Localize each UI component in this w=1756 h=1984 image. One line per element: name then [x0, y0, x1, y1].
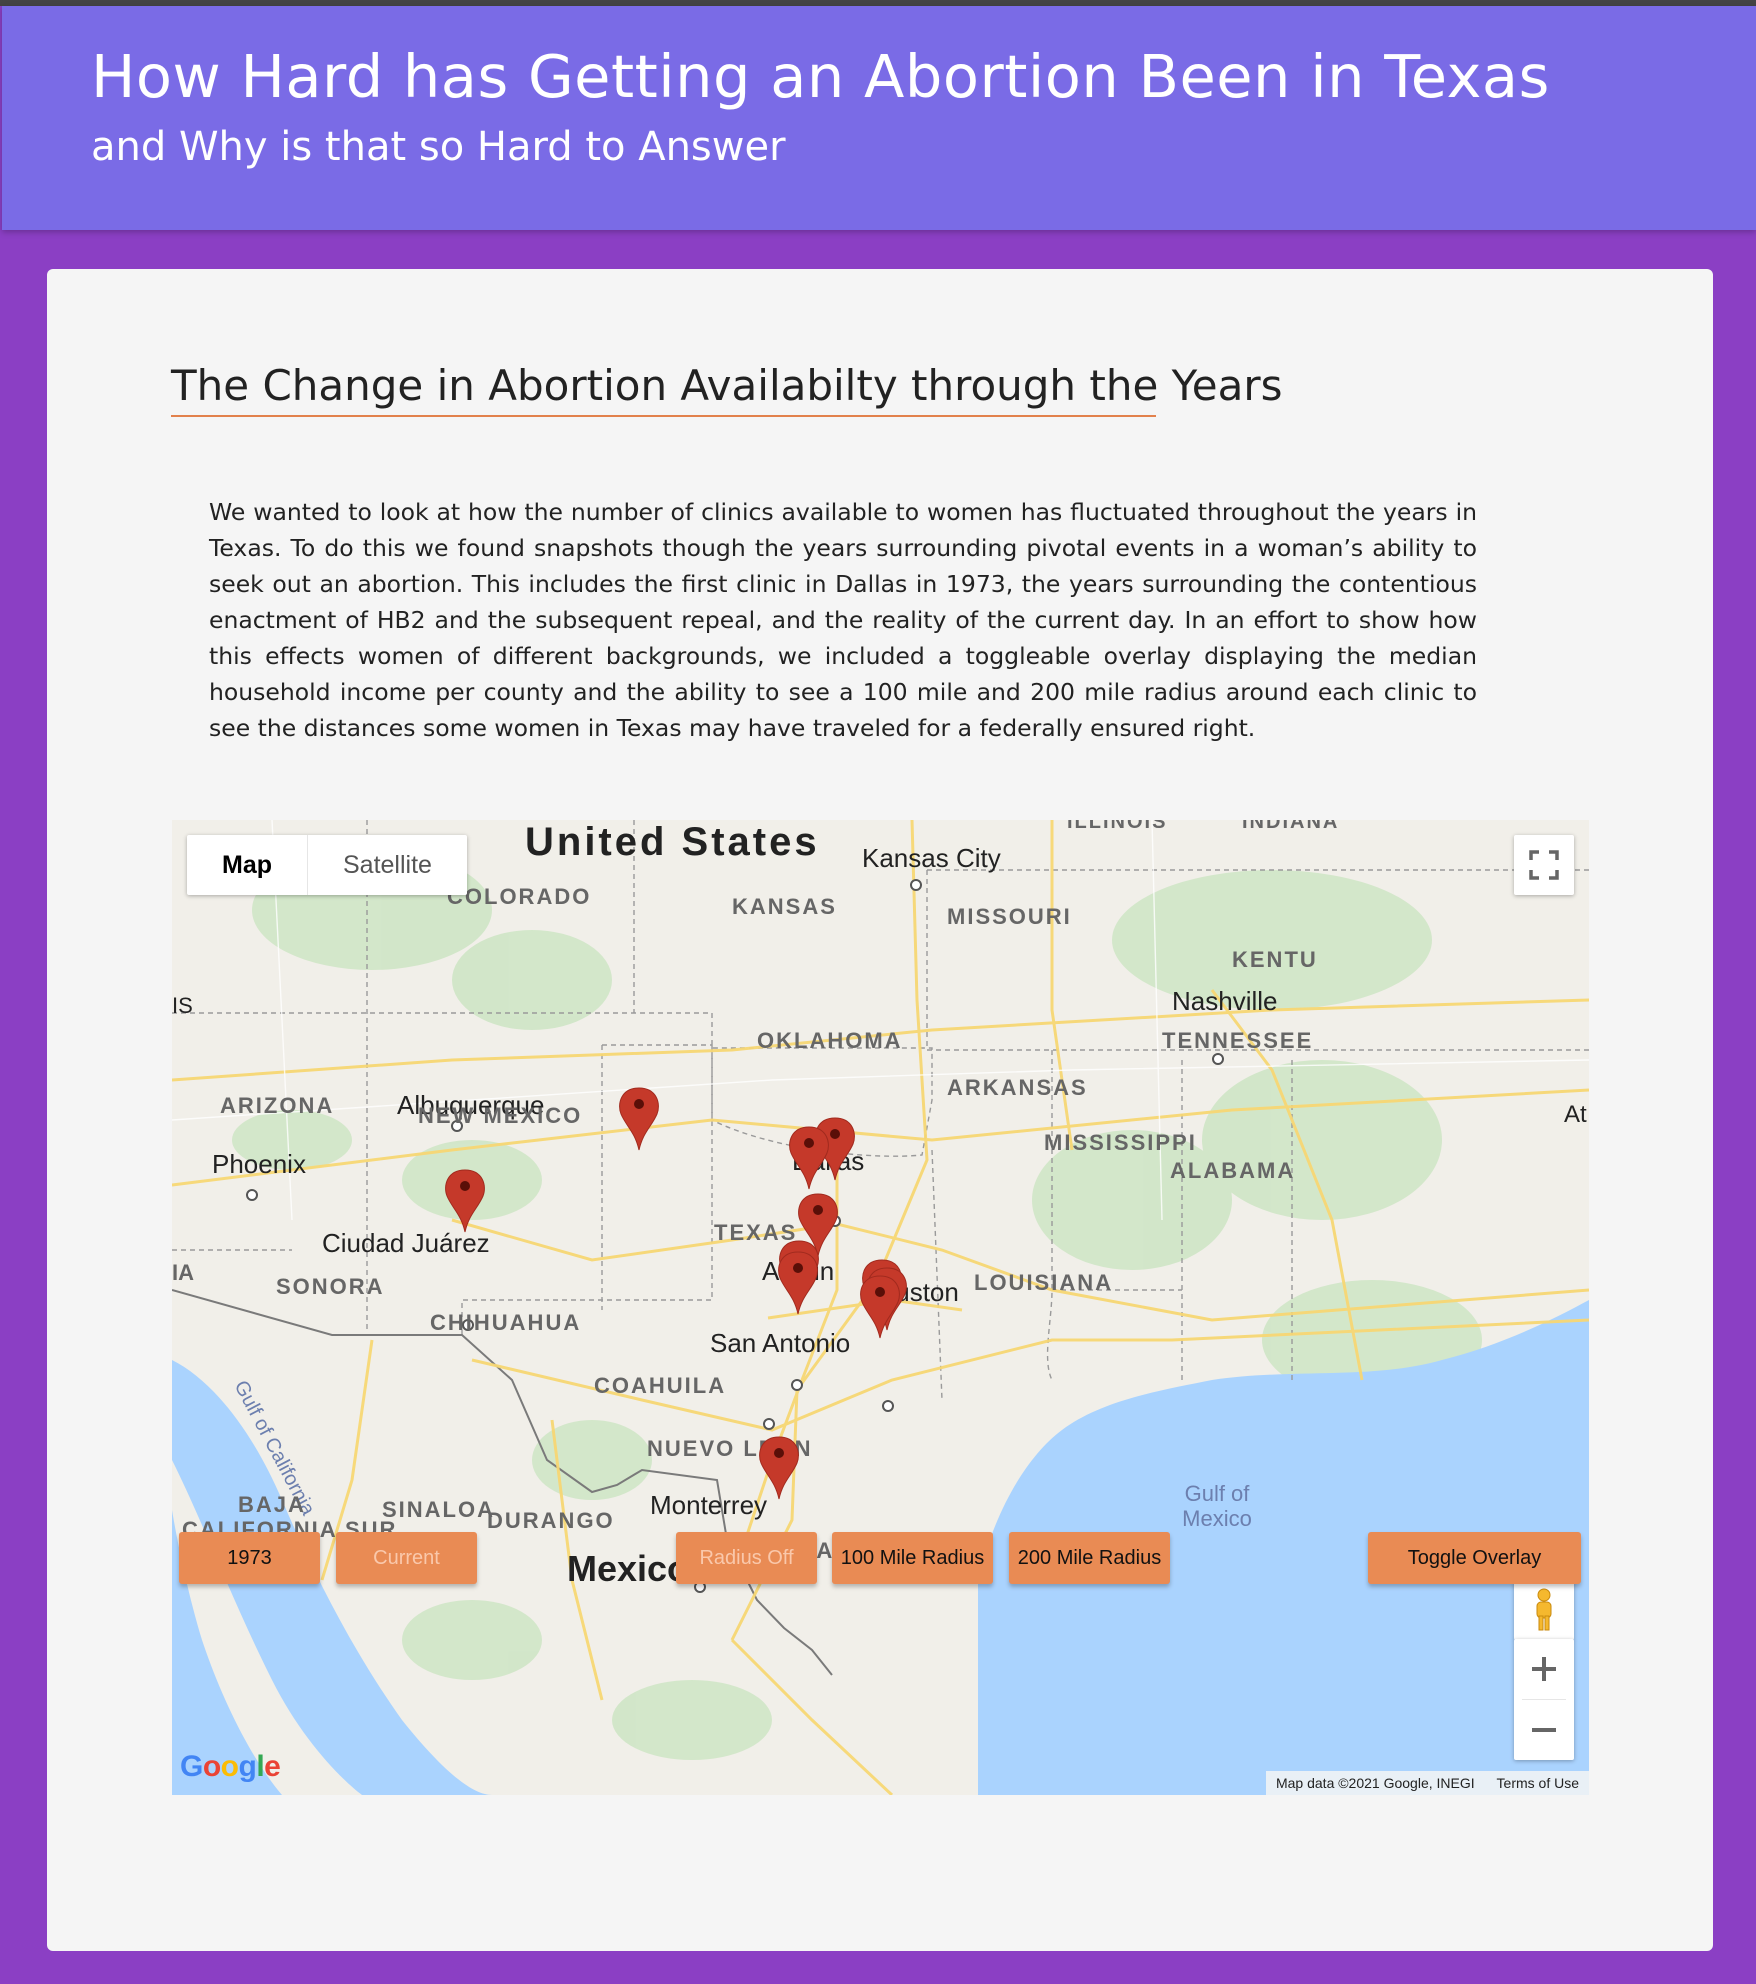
label-united-states: United States — [525, 820, 820, 864]
kansas-city-dot — [910, 879, 922, 891]
page-subtitle: and Why is that so Hard to Answer — [91, 124, 786, 170]
phoenix-dot — [246, 1189, 258, 1201]
fullscreen-icon — [1529, 850, 1559, 880]
label-arkansas: ARKANSAS — [947, 1075, 1088, 1100]
label-baja: BAJA — [238, 1492, 306, 1517]
label-gulf-of-mexico-1: Gulf of — [1185, 1481, 1251, 1506]
label-kentucky: KENTU — [1232, 947, 1318, 972]
fullscreen-button[interactable] — [1514, 835, 1574, 895]
label-sinaloa: SINALOA — [382, 1497, 495, 1522]
label-atlanta: At — [1564, 1101, 1587, 1128]
map-canvas[interactable]: United States Kansas City COLORADO KANSA… — [172, 820, 1589, 1795]
plus-icon — [1532, 1657, 1556, 1681]
section-title: The Change in Abortion Availabilty throu… — [171, 361, 1283, 410]
austin-dot — [791, 1379, 803, 1391]
label-kansas: KANSAS — [732, 894, 837, 919]
page-header: How Hard has Getting an Abortion Been in… — [2, 6, 1756, 230]
google-logo[interactable]: Google — [180, 1750, 281, 1784]
intro-paragraph: We wanted to look at how the number of c… — [209, 498, 1477, 742]
radius-off-button[interactable]: Radius Off — [676, 1532, 817, 1584]
title-underline — [171, 415, 1156, 417]
content-card: The Change in Abortion Availabilty throu… — [47, 269, 1713, 1951]
san-antonio-dot — [763, 1418, 775, 1430]
label-tennessee: TENNESSEE — [1162, 1028, 1313, 1053]
label-kansas-city: Kansas City — [862, 843, 1001, 873]
label-nashville: Nashville — [1172, 986, 1278, 1016]
page-title: How Hard has Getting an Abortion Been in… — [91, 42, 1550, 111]
current-button[interactable]: Current — [336, 1532, 477, 1584]
label-durango: DURANGO — [487, 1508, 615, 1533]
map-data-credit: Map data ©2021 Google, INEGI — [1275, 1775, 1475, 1791]
map-type-map-button[interactable]: Map — [187, 835, 307, 895]
minus-icon — [1532, 1728, 1556, 1732]
map-attribution: Map data ©2021 Google, INEGI Terms of Us… — [1265, 1771, 1589, 1795]
label-colorado: COLORADO — [447, 884, 591, 909]
label-left-is: IS — [172, 993, 193, 1018]
nashville-dot — [1212, 1053, 1224, 1065]
street-view-pegman-button[interactable] — [1514, 1580, 1574, 1640]
zoom-in-button[interactable] — [1514, 1639, 1574, 1699]
year-1973-button[interactable]: 1973 — [179, 1532, 320, 1584]
label-gulf-of-mexico-2: Mexico — [1182, 1506, 1252, 1531]
map-type-satellite-button[interactable]: Satellite — [307, 835, 467, 895]
zoom-control — [1514, 1639, 1574, 1760]
pegman-icon — [1536, 1588, 1552, 1631]
label-sonora: SONORA — [276, 1274, 385, 1299]
label-indiana: INDIANA — [1242, 820, 1339, 833]
terms-of-use-link[interactable]: Terms of Use — [1497, 1775, 1579, 1791]
label-monterrey: Monterrey — [650, 1490, 767, 1520]
toggle-overlay-button[interactable]: Toggle Overlay — [1368, 1532, 1581, 1584]
label-new-mexico: NEW MEXICO — [418, 1103, 582, 1128]
label-arizona: ARIZONA — [220, 1093, 334, 1118]
label-coahuila: COAHUILA — [594, 1373, 726, 1398]
label-texas: TEXAS — [714, 1220, 797, 1245]
radius-200-button[interactable]: 200 Mile Radius — [1009, 1532, 1170, 1584]
label-oklahoma: OKLAHOMA — [757, 1028, 903, 1053]
map-type-control: Map Satellite — [187, 835, 467, 895]
label-alabama: ALABAMA — [1170, 1158, 1295, 1183]
houston-dot — [882, 1400, 894, 1412]
label-chihuahua: CHIHUAHUA — [430, 1310, 581, 1335]
label-mississippi: MISSISSIPPI — [1044, 1130, 1197, 1155]
label-left-ia: IA — [172, 1260, 194, 1285]
label-illinois: ILLINOIS — [1067, 820, 1167, 833]
label-san-antonio: San Antonio — [710, 1328, 850, 1358]
label-mexico: Mexico — [567, 1548, 689, 1589]
label-louisiana: LOUISIANA — [974, 1270, 1113, 1295]
label-missouri: MISSOURI — [947, 904, 1072, 929]
zoom-out-button[interactable] — [1514, 1700, 1574, 1760]
radius-100-button[interactable]: 100 Mile Radius — [832, 1532, 993, 1584]
google-map[interactable]: United States Kansas City COLORADO KANSA… — [172, 820, 1589, 1795]
label-phoenix: Phoenix — [212, 1149, 306, 1179]
label-ciudad-juarez: Ciudad Juárez — [322, 1228, 490, 1258]
